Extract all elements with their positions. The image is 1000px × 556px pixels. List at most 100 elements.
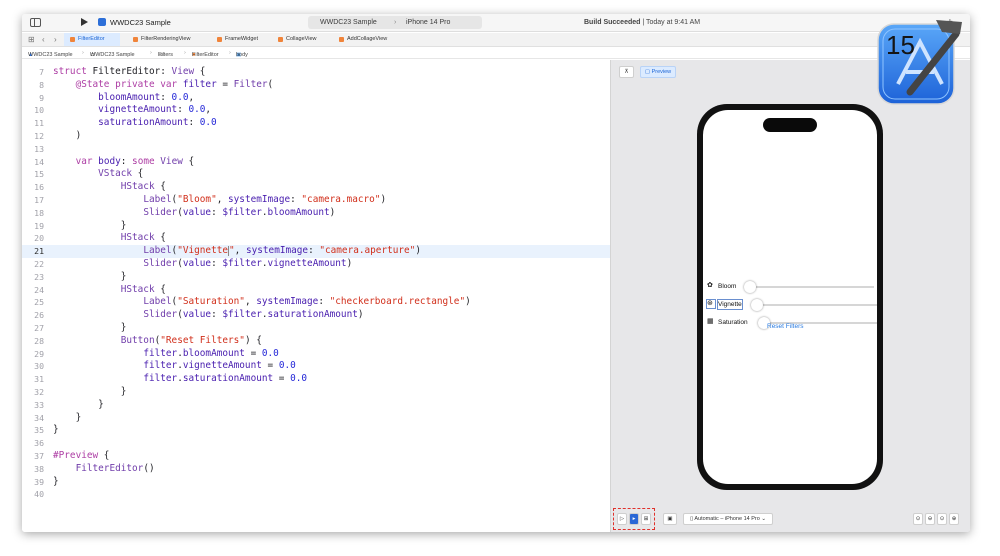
code-line[interactable]: 37 #Preview { — [22, 450, 610, 463]
code-line[interactable]: 34 } — [22, 412, 610, 425]
line-number: 18 — [34, 207, 44, 218]
code-line[interactable]: 24 HStack { — [22, 284, 610, 297]
code-text: @State private var filter = Filter( — [53, 79, 274, 92]
code-line[interactable]: 40 — [22, 488, 610, 501]
code-line[interactable]: 11 saturationAmount: 0.0 — [22, 117, 610, 130]
code-text: Slider(value: $filter.vignetteAmount) — [53, 258, 352, 271]
code-token: bloomAmount — [267, 206, 330, 218]
tab-add-collage-view[interactable]: AddCollageView — [333, 33, 387, 46]
code-text: vignetteAmount: 0.0, — [53, 104, 211, 117]
device-selector[interactable]: ▯ Automatic – iPhone 14 Pro ⌄ — [683, 513, 773, 525]
bloom-slider-track[interactable] — [744, 286, 874, 288]
code-line[interactable]: 18 Slider(value: $filter.bloomAmount) — [22, 207, 610, 220]
run-icon[interactable] — [81, 18, 88, 26]
code-line[interactable]: 31 filter.saturationAmount = 0.0 — [22, 373, 610, 386]
bloom-slider-knob[interactable] — [744, 281, 756, 293]
code-line[interactable]: 32 } — [22, 386, 610, 399]
sidebar-toggle-icon[interactable] — [30, 18, 41, 27]
code-token: : — [120, 155, 133, 167]
code-text: Label("Bloom", systemImage: "camera.macr… — [53, 194, 386, 207]
variants-icon[interactable]: ⊞ — [641, 513, 651, 525]
code-line[interactable]: 23 } — [22, 271, 610, 284]
vignette-label[interactable]: Vignette — [717, 299, 743, 310]
code-line[interactable]: 30 filter.vignetteAmount = 0.0 — [22, 360, 610, 373]
code-line[interactable]: 29 filter.bloomAmount = 0.0 — [22, 348, 610, 361]
selectable-mode-icon[interactable]: ▸ — [629, 513, 639, 525]
code-token: vignetteAmount — [98, 104, 178, 116]
code-line[interactable]: 20 HStack { — [22, 232, 610, 245]
code-line[interactable]: 14 var body: some View { — [22, 156, 610, 169]
tab-collage-view[interactable]: CollageView — [272, 33, 316, 46]
project-name[interactable]: WWDC23 Sample — [110, 18, 171, 28]
code-token: , — [216, 194, 229, 205]
code-token: struct — [53, 66, 87, 77]
code-line[interactable]: 36 — [22, 437, 610, 450]
live-mode-icon[interactable]: ▷ — [617, 513, 627, 525]
code-token: 0.0 — [171, 91, 189, 103]
tab-frame-widget[interactable]: FrameWidget — [211, 33, 258, 46]
code-line[interactable]: 28 Button("Reset Filters") { — [22, 335, 610, 348]
reset-filters-button[interactable]: Reset Filters — [767, 323, 803, 330]
preview-button[interactable]: ▢ Preview — [640, 66, 676, 78]
zoom-to-fit-icon[interactable]: ⊙ — [913, 513, 923, 525]
line-number: 23 — [34, 271, 44, 282]
code-line[interactable]: 10 vignetteAmount: 0.0, — [22, 104, 610, 117]
preview-icon: ▢ — [644, 69, 651, 75]
code-token: ) — [53, 130, 82, 141]
zoom-out-icon[interactable]: ⊖ — [925, 513, 935, 525]
grid-icon[interactable]: ⊞ — [28, 35, 35, 45]
code-text: } — [53, 476, 59, 489]
code-line[interactable]: 7 struct FilterEditor: View { — [22, 66, 610, 79]
pin-icon[interactable]: ⊼ — [619, 66, 634, 78]
code-line[interactable]: 26 Slider(value: $filter.saturationAmoun… — [22, 309, 610, 322]
code-line[interactable]: 9 bloomAmount: 0.0, — [22, 92, 610, 105]
bloom-label[interactable]: Bloom — [718, 282, 736, 291]
code-line[interactable]: 38 FilterEditor() — [22, 463, 610, 476]
code-token: } — [53, 270, 127, 282]
saturation-label[interactable]: Saturation — [718, 318, 748, 327]
code-text: #Preview { — [53, 450, 109, 463]
code-line[interactable]: 33 } — [22, 399, 610, 412]
scheme-selector[interactable]: WWDC23 Sample › iPhone 14 Pro — [308, 16, 482, 29]
zoom-100-icon[interactable]: ⊙ — [937, 513, 947, 525]
chevron-right-icon[interactable]: › — [54, 35, 57, 45]
code-line[interactable]: 8 @State private var filter = Filter( — [22, 79, 610, 92]
code-token: vignetteAmount — [182, 360, 262, 372]
line-number: 38 — [34, 463, 44, 474]
device-settings-icon[interactable]: ▣ — [663, 513, 677, 525]
chevron-right-icon: › — [184, 50, 186, 56]
build-status-result: Build Succeeded — [584, 19, 641, 26]
scheme-device[interactable]: iPhone 14 Pro — [406, 18, 450, 28]
code-line[interactable]: 15 VStack { — [22, 168, 610, 181]
code-line[interactable]: 25 Label("Saturation", systemImage: "che… — [22, 296, 610, 309]
code-token: { — [194, 66, 206, 77]
chevron-left-icon[interactable]: ‹ — [42, 35, 45, 45]
vignette-slider-track[interactable] — [751, 304, 877, 306]
tab-filter-rendering-view[interactable]: FilterRenderingView — [127, 33, 190, 46]
code-text: } — [53, 386, 127, 399]
scheme-target[interactable]: WWDC23 Sample — [320, 18, 377, 28]
code-line[interactable]: 22 Slider(value: $filter.vignetteAmount) — [22, 258, 610, 271]
code-line[interactable]: 39} — [22, 476, 610, 489]
code-line[interactable]: 12 ) — [22, 130, 610, 143]
breadcrumb-label: FilterEditor — [192, 52, 219, 58]
code-line[interactable]: 21 Label("Vignette", systemImage: "camer… — [22, 245, 610, 258]
code-line[interactable]: 16 HStack { — [22, 181, 610, 194]
tab-filter-editor[interactable]: FilterEditor — [64, 33, 120, 46]
zoom-in-icon[interactable]: ⊕ — [949, 513, 959, 525]
vignette-slider-knob[interactable] — [751, 299, 763, 311]
code-line[interactable]: 13 — [22, 143, 610, 156]
code-token: Label — [143, 194, 172, 205]
code-line[interactable]: 19 } — [22, 220, 610, 233]
line-number: 31 — [34, 374, 44, 385]
code-line[interactable]: 27 } — [22, 322, 610, 335]
preview-bottom-bar: ▷ ▸ ⊞ ▣ ▯ Automatic – iPhone 14 Pro ⌄ ⊙ … — [611, 508, 970, 530]
code-editor[interactable]: 7 struct FilterEditor: View {8 @State pri… — [22, 60, 610, 532]
code-line[interactable]: 17 Label("Bloom", systemImage: "camera.m… — [22, 194, 610, 207]
tab-label: AddCollageView — [347, 36, 388, 42]
code-line[interactable]: 35} — [22, 424, 610, 437]
